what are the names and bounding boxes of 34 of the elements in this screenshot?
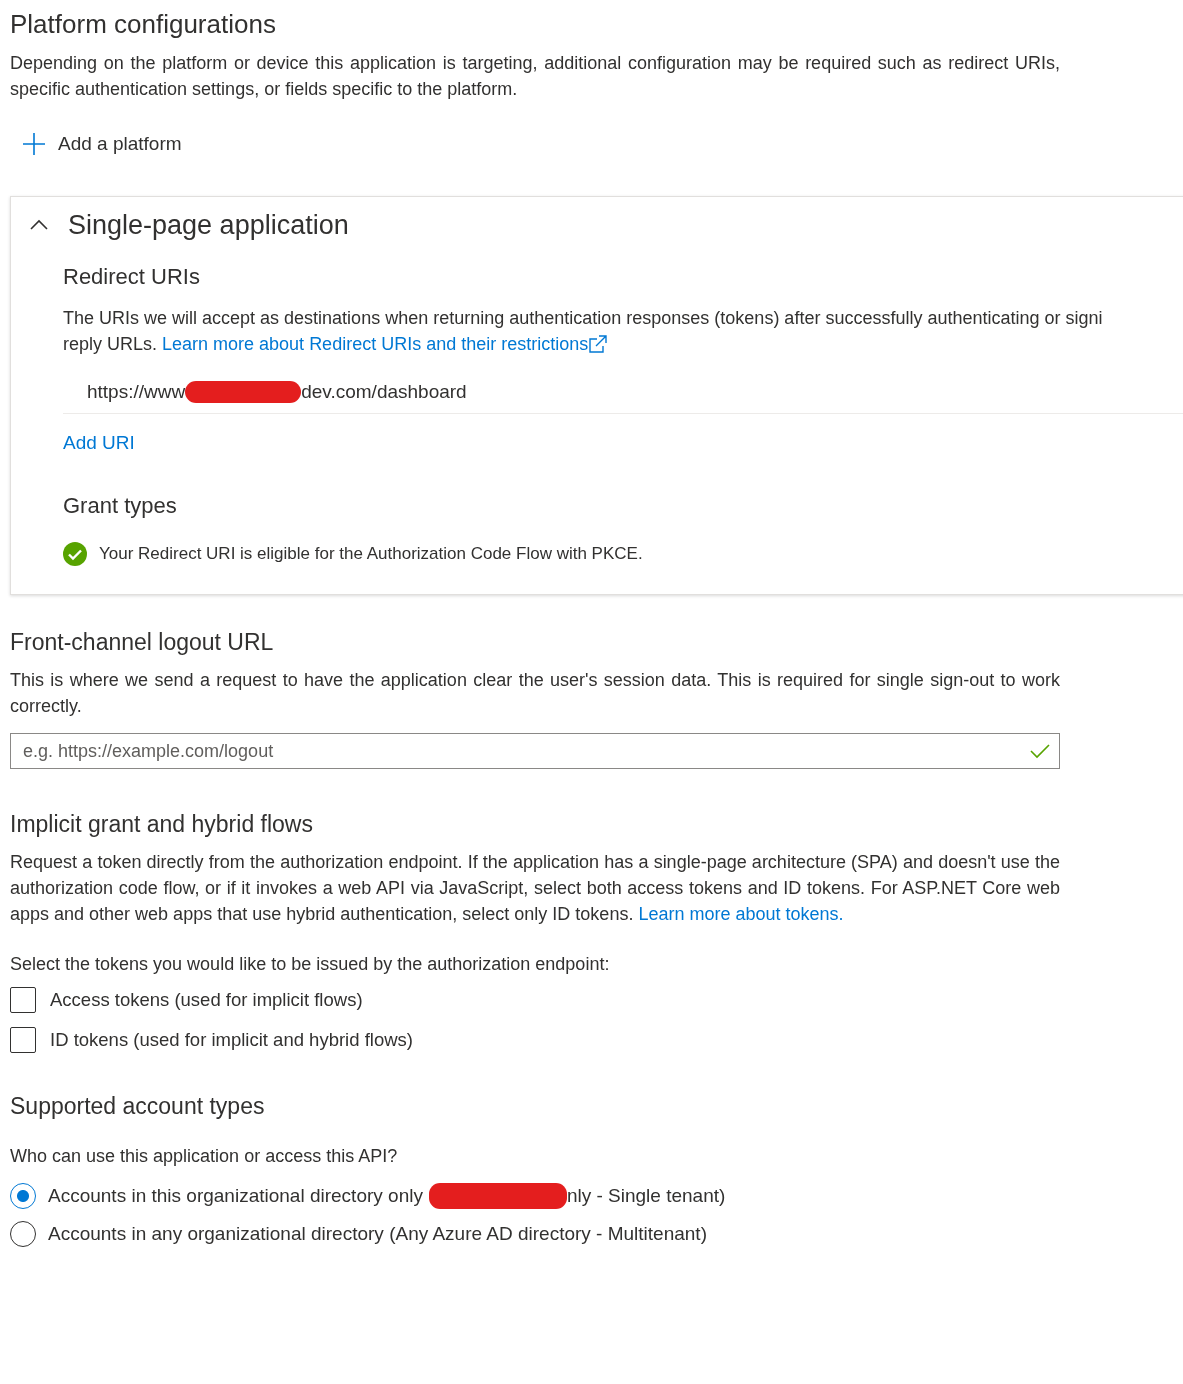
radio-label: Accounts in this organizational directory only (48, 1185, 423, 1207)
token-checkbox[interactable]: ID tokens (used for implicit and hybrid flows) (10, 1027, 1183, 1053)
section-title: Supported account types (10, 1092, 266, 1121)
success-check-icon (63, 542, 87, 566)
logout-url-field[interactable]: e.g. https://example.com/logout (10, 733, 1060, 769)
learn-more-link[interactable]: Learn more about tokens. (638, 904, 844, 924)
description-text: The URIs we will accept as destinations when returning authentication responses (tokens) after successfully authenticating or signi (63, 307, 1104, 330)
subsection-title: Grant types (63, 492, 178, 520)
learn-more-link[interactable]: Learn more about Redirect URIs and their restrictions (162, 331, 609, 357)
subsection-title: Redirect URIs (63, 263, 201, 291)
token-checkbox[interactable]: Access tokens (used for implicit flows) (10, 987, 1183, 1013)
section-title: Front-channel logout URL (10, 628, 275, 657)
add-uri-link[interactable]: Add URI (63, 432, 1183, 454)
radio-button[interactable] (10, 1183, 36, 1209)
chevron-icon[interactable] (30, 219, 48, 231)
uri-text: dev.com/dashboard (301, 381, 467, 403)
checkbox-icon[interactable] (10, 1027, 36, 1053)
section-title: Implicit grant and hybrid flows (10, 810, 314, 839)
prompt-text: Who can use this application or access this API? (10, 1145, 399, 1168)
description-text: This is where we send a request to have the application clear the user's session data. This is required for single sign-out to work correctly. (10, 669, 1060, 718)
checkbox-icon[interactable] (10, 987, 36, 1013)
description-text: reply URLs. (63, 333, 158, 356)
description-text: Request a token directly from the authorization endpoint. If the application has a single-page architecture (SPA) and doesn't use the authorization code flow, or if it invokes a web API via JavaScript, select both access tokens and ID tokens. For ASP.NET Core web apps and other web apps that use hybrid authentication, select only ID tokens. Learn more about tokens. (10, 851, 1060, 926)
add-platform-button[interactable]: Add a platform (22, 132, 182, 156)
uri-text: https://www (87, 381, 186, 403)
radio-label: Accounts in any organizational directory (Any Azure AD directory - Multitenant) (48, 1223, 707, 1245)
external-link-icon (588, 335, 609, 353)
section-title: Platform configurations (10, 8, 277, 40)
description-text: Depending on the platform or device this application is targeting, additional configuration may be required such as redirect URIs, specific authentication settings, or fields specific to the platform. (10, 52, 1060, 101)
prompt-text: Select the tokens you would like to be issued by the authorization endpoint: (10, 953, 611, 976)
card-title: Single-page application (68, 209, 349, 242)
radio-label: nly - Single tenant) (566, 1185, 726, 1207)
status-text: Your Redirect URI is eligible for the Authorization Code Flow with PKCE. (99, 544, 643, 564)
plus-icon (22, 132, 46, 156)
